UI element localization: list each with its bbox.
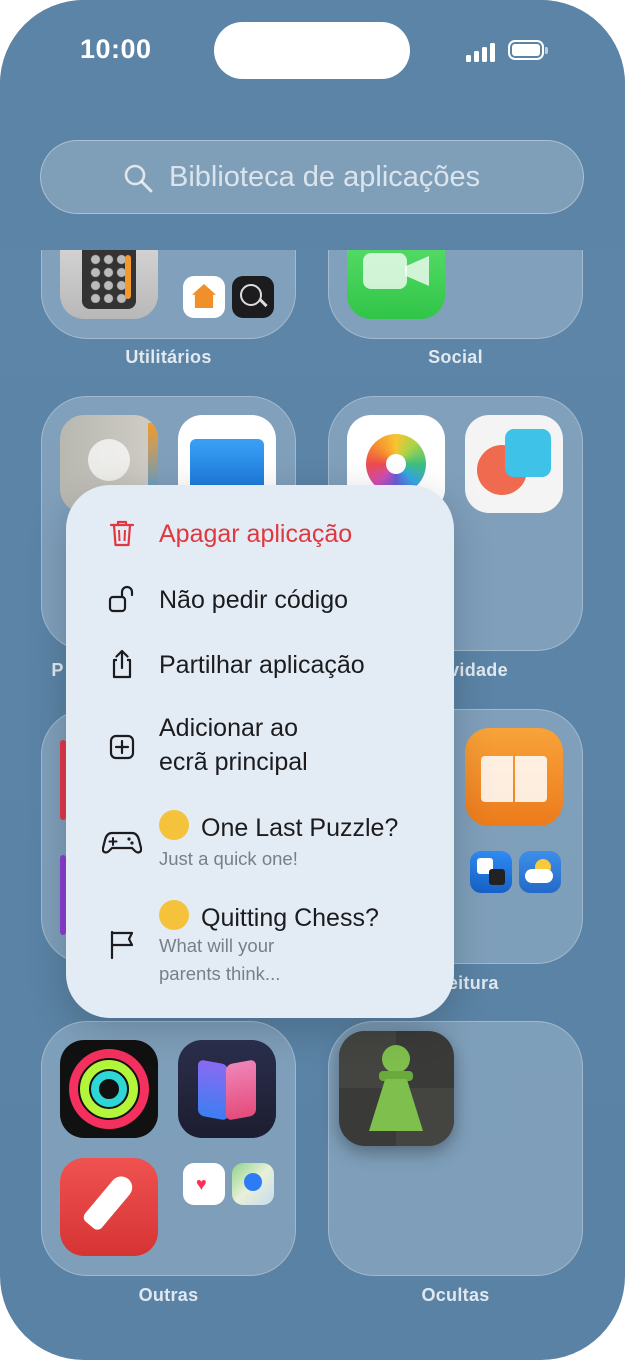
share-icon (112, 649, 132, 679)
app-context-menu: Apagar aplicação Não pedir código Partil… (66, 485, 454, 1018)
menu-item-label-line2: ecrã principal (159, 748, 308, 776)
menu-item-one-last-puzzle[interactable]: One Last Puzzle? Just a quick one! (66, 810, 454, 872)
unlock-icon (108, 585, 134, 613)
menu-item-delete-app[interactable]: Apagar aplicação (66, 515, 454, 555)
menu-item-label: Apagar aplicação (159, 520, 353, 548)
translate-app-icon[interactable] (470, 851, 512, 893)
menu-item-label: Quitting Chess? (159, 900, 379, 935)
fitness-app-icon[interactable] (60, 1040, 158, 1138)
home-app-icon[interactable] (183, 276, 225, 318)
search-icon (124, 164, 153, 193)
menu-item-label: One Last Puzzle? (159, 810, 398, 845)
chess-app-icon[interactable] (339, 1031, 454, 1146)
add-square-icon (109, 734, 135, 760)
gamecontroller-icon (102, 831, 142, 854)
menu-item-subtitle-line1: What will your (159, 935, 275, 956)
status-bar: 10:00 (0, 0, 625, 100)
cellular-signal-icon (466, 40, 498, 62)
folder-label: Outras (138, 1285, 199, 1305)
trash-icon (109, 520, 135, 547)
menu-item-quitting-chess[interactable]: Quitting Chess? What will your parents t… (66, 900, 454, 990)
weather-app-icon[interactable] (519, 851, 561, 893)
magnifier-app-icon[interactable] (232, 276, 274, 318)
dynamic-island (214, 22, 410, 79)
menu-item-add-to-home-screen[interactable]: Adicionar ao ecrã principal (66, 711, 454, 783)
folder-label: Ocultas (421, 1285, 490, 1305)
books-app-icon[interactable] (465, 728, 563, 826)
maps-app-icon[interactable] (232, 1163, 274, 1205)
search-placeholder: Biblioteca de aplicações (169, 161, 481, 193)
menu-item-subtitle: Just a quick one! (159, 848, 298, 869)
freeform-app-icon[interactable] (465, 415, 563, 513)
rocket-app-icon[interactable] (60, 1158, 158, 1256)
flag-icon (110, 930, 134, 960)
winking-face-emoji-icon (159, 810, 189, 840)
health-app-icon[interactable]: ♥ (183, 1163, 225, 1205)
app-library-screen: Utilitários Social P vidade leitura ♥ Ou… (0, 0, 625, 1360)
app-library-search-field[interactable]: Biblioteca de aplicações (40, 140, 584, 214)
battery-icon (508, 40, 548, 60)
menu-item-share-app[interactable]: Partilhar aplicação (66, 646, 454, 686)
menu-item-subtitle-line2: parents think... (159, 963, 281, 984)
folder-label: Utilitários (125, 347, 212, 367)
shortcuts-app-icon[interactable] (178, 1040, 276, 1138)
menu-item-no-passcode[interactable]: Não pedir código (66, 581, 454, 621)
folder-outras[interactable]: ♥ (41, 1021, 296, 1276)
crying-face-emoji-icon (159, 900, 189, 930)
status-time: 10:00 (80, 34, 152, 64)
folder-label: Social (428, 347, 483, 367)
menu-item-label: Não pedir código (159, 586, 349, 614)
menu-item-label-line1: Adicionar ao (159, 714, 298, 742)
menu-item-label: Partilhar aplicação (159, 651, 365, 679)
